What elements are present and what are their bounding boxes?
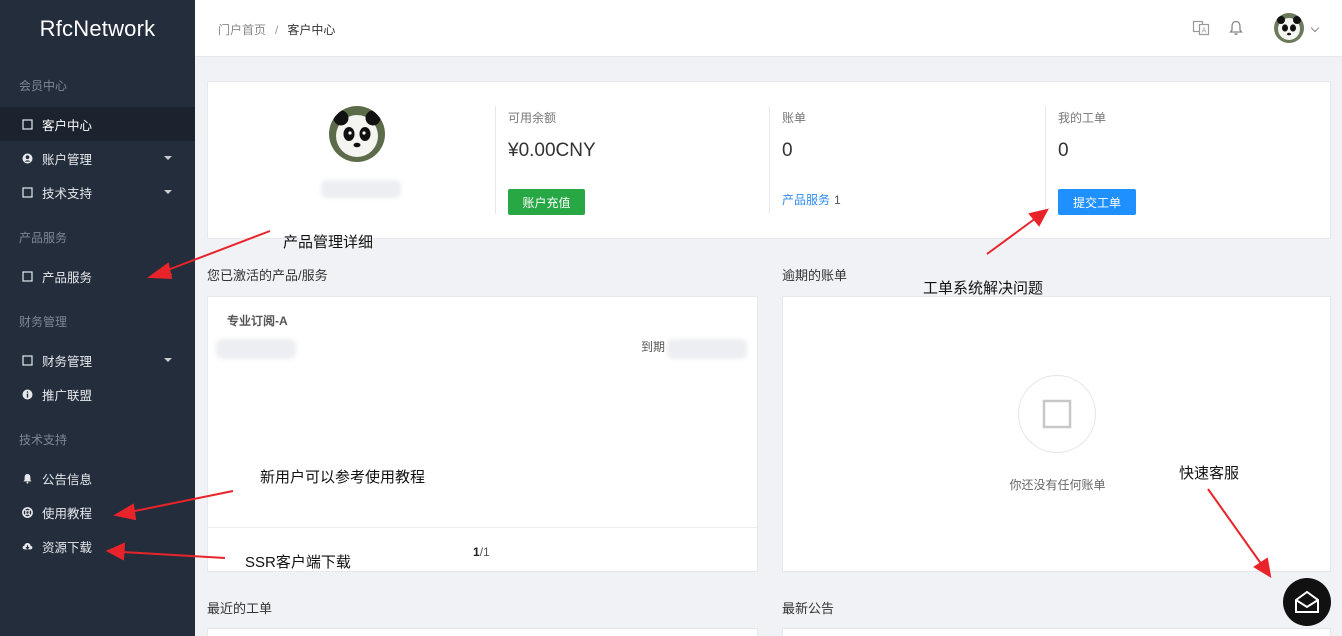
- cloud-download-icon: [21, 540, 33, 552]
- user-avatar: [329, 106, 385, 162]
- svg-text:A: A: [1202, 27, 1207, 35]
- sidebar-item-finance[interactable]: 财务管理: [0, 343, 195, 377]
- sidebar-item-label: 公告信息: [42, 472, 93, 487]
- bills-value: 0: [782, 140, 793, 161]
- avatar[interactable]: [1274, 13, 1304, 43]
- divider: [495, 106, 496, 214]
- annotation-ticket-system: 工单系统解决问题: [923, 280, 1044, 297]
- sidebar-item-label: 使用教程: [42, 506, 93, 521]
- empty-state-icon: [1018, 375, 1096, 453]
- sidebar-section-finance: 财务管理: [19, 315, 68, 329]
- active-products-title: 您已激活的产品/服务: [207, 268, 328, 283]
- submit-ticket-button[interactable]: 提交工单: [1058, 189, 1136, 215]
- recent-tickets-title: 最近的工单: [207, 601, 273, 616]
- sidebar-item-label: 产品服务: [42, 270, 93, 285]
- sidebar-item-tutorial[interactable]: 使用教程: [0, 495, 195, 529]
- product-service-link-label[interactable]: 产品服务: [782, 193, 830, 207]
- sidebar-item-downloads[interactable]: 资源下载: [0, 529, 195, 563]
- balance-value: ¥0.00CNY: [508, 140, 596, 161]
- divider: [1045, 106, 1046, 214]
- bell-icon[interactable]: [1227, 19, 1245, 37]
- overdue-bills-card: 你还没有任何账单: [782, 296, 1331, 572]
- sidebar-item-label: 推广联盟: [42, 388, 93, 403]
- lifebuoy-icon: [21, 506, 33, 518]
- chevron-down-icon[interactable]: [1310, 23, 1320, 33]
- breadcrumb-current: 客户中心: [287, 23, 336, 37]
- sidebar-item-label: 资源下载: [42, 540, 93, 555]
- sidebar-item-label: 财务管理: [42, 354, 93, 369]
- square-icon: [21, 186, 33, 198]
- sidebar-item-announcements[interactable]: 公告信息: [0, 461, 195, 495]
- info-circle-icon: [21, 388, 33, 400]
- account-summary-card: 可用余额 ¥0.00CNY 账户充值 账单 0 产品服务 1 我的工单 0 提交工…: [207, 81, 1331, 239]
- sidebar-item-account[interactable]: 账户管理: [0, 141, 195, 175]
- pagination[interactable]: 1/1: [473, 545, 490, 559]
- sidebar-item-affiliate[interactable]: 推广联盟: [0, 377, 195, 411]
- sidebar-item-products[interactable]: 产品服务: [0, 259, 195, 293]
- sidebar-item-label: 技术支持: [42, 186, 93, 201]
- pagination-current: 1: [473, 545, 480, 559]
- latest-announcements-card: [782, 628, 1331, 636]
- balance-label: 可用余额: [508, 111, 557, 125]
- annotation-product-detail: 产品管理详细: [283, 234, 374, 251]
- recharge-button[interactable]: 账户充值: [508, 189, 585, 215]
- latest-announcements-title: 最新公告: [782, 601, 835, 616]
- square-icon: [21, 118, 33, 130]
- expire-date-redacted: [667, 339, 747, 359]
- breadcrumb-home[interactable]: 门户首页: [218, 23, 266, 37]
- breadcrumb: 门户首页 / 客户中心: [218, 21, 335, 38]
- sidebar-section-products: 产品服务: [19, 231, 68, 245]
- sidebar-section-member: 会员中心: [19, 79, 68, 93]
- brand-logo[interactable]: RfcNetwork: [0, 0, 195, 57]
- chevron-down-icon: [164, 274, 172, 278]
- product-id-redacted: [216, 339, 296, 359]
- sidebar-item-tech-support[interactable]: 技术支持: [0, 175, 195, 209]
- overdue-bills-title: 逾期的账单: [782, 268, 848, 283]
- sidebar-item-customer-center[interactable]: 客户中心: [0, 107, 195, 141]
- username-redacted: [321, 180, 401, 198]
- bills-label: 账单: [782, 111, 807, 125]
- recent-tickets-card: [207, 628, 758, 636]
- product-name[interactable]: 专业订阅-A: [227, 312, 288, 329]
- bell-icon: [21, 472, 33, 484]
- user-circle-icon: [21, 152, 33, 164]
- chevron-down-icon: [164, 358, 172, 362]
- envelope-open-icon: [1294, 590, 1320, 614]
- tickets-value: 0: [1058, 140, 1069, 161]
- chevron-down-icon: [164, 190, 172, 194]
- product-service-link[interactable]: 产品服务 1: [782, 191, 841, 208]
- sidebar-item-label: 客户中心: [42, 118, 93, 133]
- square-icon: [21, 270, 33, 282]
- annotation-client-download: SSR客户端下载: [245, 554, 351, 571]
- quick-service-button[interactable]: [1283, 578, 1331, 626]
- pagination-total: /1: [479, 545, 490, 559]
- translate-icon[interactable]: A: [1192, 19, 1210, 37]
- divider: [769, 106, 770, 214]
- annotation-tutorial: 新用户可以参考使用教程: [260, 469, 426, 486]
- sidebar-item-label: 账户管理: [42, 152, 93, 167]
- empty-state-text: 你还没有任何账单: [1009, 478, 1106, 492]
- tickets-label: 我的工单: [1058, 111, 1107, 125]
- breadcrumb-separator: /: [275, 23, 279, 37]
- top-header: 门户首页 / 客户中心 A: [195, 0, 1342, 57]
- chevron-down-icon: [164, 156, 172, 160]
- sidebar: RfcNetwork 会员中心 客户中心 账户管理 技术支持 产品服务 产品服务…: [0, 0, 195, 636]
- annotation-quick-service: 快速客服: [1179, 465, 1240, 482]
- square-icon: [21, 354, 33, 366]
- expire-label: 到期: [641, 340, 666, 354]
- active-products-card: 专业订阅-A 到期 1/1: [207, 296, 758, 572]
- sidebar-section-support: 技术支持: [19, 433, 68, 447]
- divider: [208, 527, 757, 528]
- product-service-count: 1: [834, 193, 841, 207]
